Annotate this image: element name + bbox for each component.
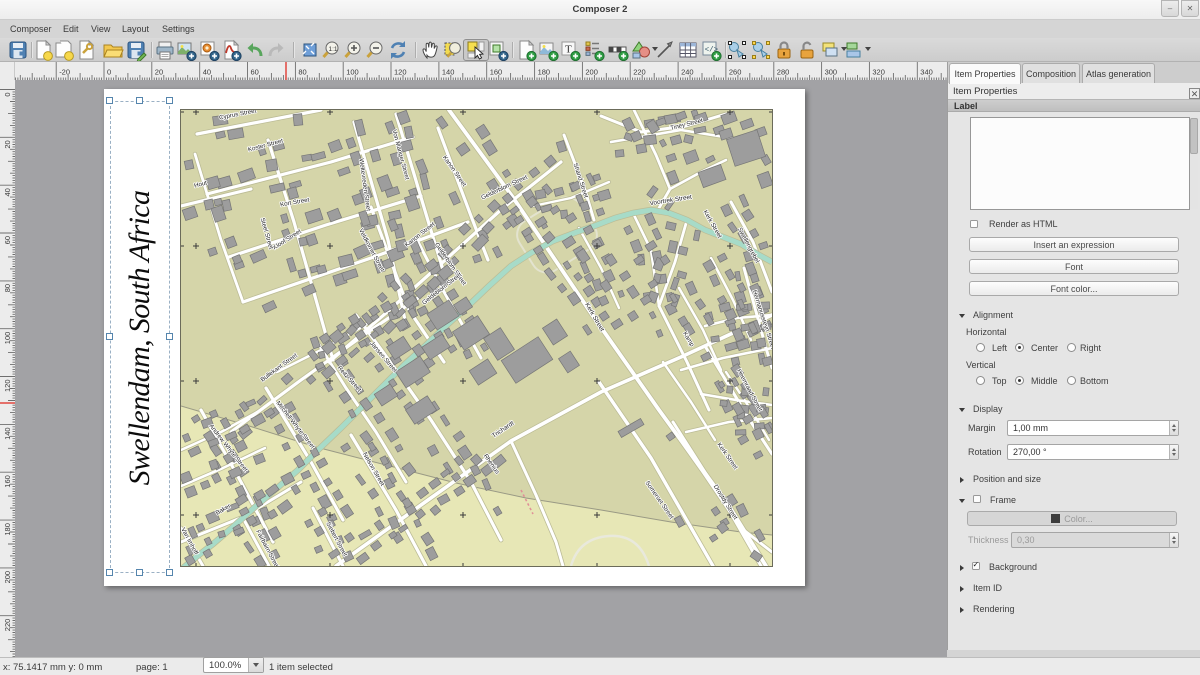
svg-text:200: 200 [3,571,12,584]
svg-text:200: 200 [585,68,598,77]
svg-text:320: 320 [872,68,885,77]
svg-text:220: 220 [633,68,646,77]
svg-text:100: 100 [346,68,359,77]
svg-text:160: 160 [490,68,503,77]
svg-text:-20: -20 [59,68,70,77]
svg-text:260: 260 [729,68,742,77]
svg-text:140: 140 [442,68,455,77]
svg-text:40: 40 [203,68,211,77]
svg-text:120: 120 [394,68,407,77]
svg-text:0: 0 [3,93,12,97]
svg-text:140: 140 [3,427,12,440]
svg-text:60: 60 [3,236,12,244]
svg-text:180: 180 [3,523,12,536]
svg-text:20: 20 [3,140,12,148]
svg-text:340: 340 [920,68,933,77]
svg-text:20: 20 [155,68,163,77]
svg-text:300: 300 [825,68,838,77]
svg-text:240: 240 [681,68,694,77]
svg-text:220: 220 [3,619,12,632]
svg-text:0: 0 [107,68,111,77]
svg-text:120: 120 [3,380,12,393]
svg-text:180: 180 [538,68,551,77]
svg-text:40: 40 [3,188,12,196]
svg-text:160: 160 [3,475,12,488]
svg-text:1:1: 1:1 [329,46,338,53]
svg-text:80: 80 [3,284,12,292]
svg-text:280: 280 [777,68,790,77]
svg-text:60: 60 [251,68,259,77]
svg-text:100: 100 [3,332,12,345]
svg-text:80: 80 [298,68,306,77]
